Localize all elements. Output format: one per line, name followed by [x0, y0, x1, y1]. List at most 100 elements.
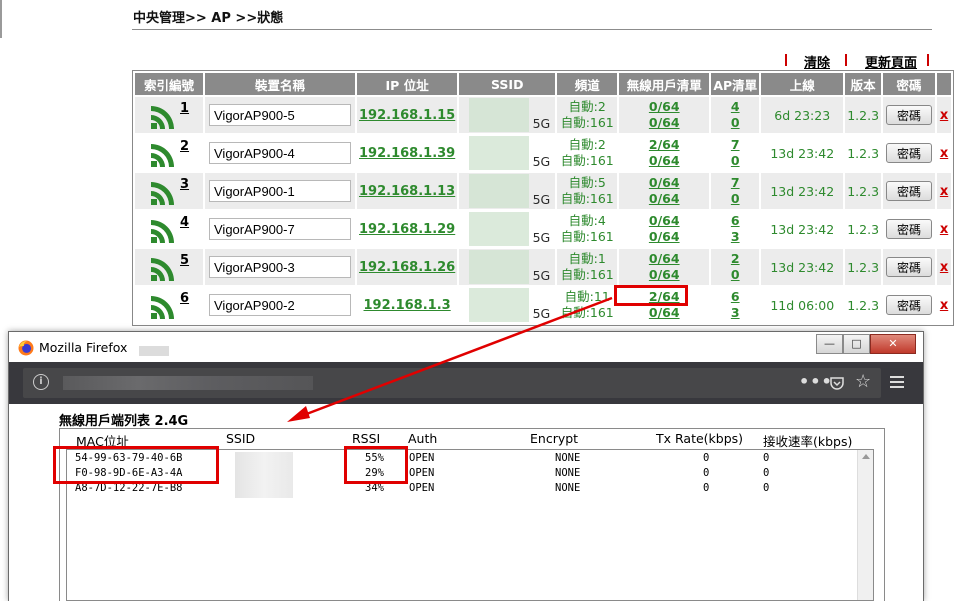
col-header-delete: [937, 73, 952, 95]
password-button[interactable]: 密碼: [886, 219, 933, 239]
ap-list-24g-link[interactable]: 6: [713, 289, 757, 305]
url-bar[interactable]: i ••• ☆: [23, 368, 881, 398]
ap-list-cell: 4 0: [711, 97, 760, 133]
ap-list-5g-link[interactable]: 0: [713, 267, 757, 283]
ip-link[interactable]: 192.168.1.39: [359, 146, 455, 161]
delete-link[interactable]: x: [940, 298, 948, 313]
ap-status-table: 索引編號 裝置名稱 IP 位址 SSID 頻道 無線用戶清單 AP清單 上線 版…: [132, 70, 955, 326]
bookmark-star-icon[interactable]: ☆: [855, 371, 871, 392]
col-header-channel: 頻道: [557, 73, 618, 95]
ssid-redacted: [469, 250, 530, 284]
channel-cell: 自動:5 自動:161: [557, 173, 618, 209]
device-name-cell: [205, 135, 355, 171]
device-name-input[interactable]: [209, 294, 351, 316]
client-list-24g-link[interactable]: 0/64: [621, 251, 707, 267]
ip-cell: 192.168.1.13: [357, 173, 458, 209]
col-header-rssi: RSSI: [352, 431, 381, 446]
channel-cell: 自動:11 自動:161: [557, 287, 618, 323]
hamburger-menu-icon[interactable]: [889, 374, 905, 390]
device-name-cell: [205, 249, 355, 285]
client-list-5g-link[interactable]: 0/64: [621, 191, 707, 207]
scroll-up-icon[interactable]: [862, 454, 870, 459]
ap-list-5g-link[interactable]: 3: [713, 229, 757, 245]
device-name-input[interactable]: [209, 256, 351, 278]
col-header-password: 密碼: [883, 73, 936, 95]
password-button[interactable]: 密碼: [886, 181, 933, 201]
device-name-input[interactable]: [209, 142, 351, 164]
maximize-button[interactable]: □: [843, 334, 870, 354]
device-name-input[interactable]: [209, 104, 351, 126]
client-list-5g-link[interactable]: 0/64: [621, 267, 707, 283]
ap-list-24g-link[interactable]: 7: [713, 137, 757, 153]
ip-cell: 192.168.1.15: [357, 97, 458, 133]
delete-cell: x: [937, 249, 952, 285]
client-encrypt: NONE: [555, 482, 581, 494]
channel-24g: 自動:2: [568, 137, 606, 152]
ap-list-5g-link[interactable]: 3: [713, 305, 757, 321]
info-icon[interactable]: i: [33, 374, 49, 390]
col-header-auth: Auth: [408, 431, 438, 446]
index-link[interactable]: 1: [180, 101, 189, 116]
ap-list-24g-link[interactable]: 6: [713, 213, 757, 229]
delete-link[interactable]: x: [940, 108, 948, 123]
band-label: 5G: [532, 306, 551, 321]
delete-link[interactable]: x: [940, 260, 948, 275]
client-list-5g-link[interactable]: 0/64: [621, 115, 707, 131]
client-list-24g-link[interactable]: 0/64: [621, 99, 707, 115]
client-encrypt: NONE: [555, 467, 581, 479]
clear-link[interactable]: 清除: [804, 52, 830, 71]
ap-list-5g-link[interactable]: 0: [713, 191, 757, 207]
refresh-link[interactable]: 更新頁面: [865, 52, 917, 71]
password-button[interactable]: 密碼: [886, 105, 933, 125]
index-cell: 3: [135, 173, 203, 209]
ip-link[interactable]: 192.168.1.3: [364, 298, 451, 313]
wifi-signal-icon: [151, 106, 174, 129]
uptime-cell: 13d 23:42: [761, 249, 844, 285]
minimize-button[interactable]: —: [816, 334, 843, 354]
password-button[interactable]: 密碼: [886, 257, 933, 277]
ip-link[interactable]: 192.168.1.15: [359, 108, 455, 123]
close-button[interactable]: ✕: [870, 334, 916, 354]
client-list-24g-link[interactable]: 2/64: [621, 137, 707, 153]
ap-list-5g-link[interactable]: 0: [713, 153, 757, 169]
delete-link[interactable]: x: [940, 222, 948, 237]
col-header-tx-rate: Tx Rate(kbps): [656, 431, 744, 446]
delete-link[interactable]: x: [940, 184, 948, 199]
ap-list-24g-link[interactable]: 7: [713, 175, 757, 191]
ssid-cell: 5G: [459, 97, 556, 133]
client-list-5g-link[interactable]: 0/64: [621, 229, 707, 245]
ap-list-cell: 6 3: [711, 211, 760, 247]
delete-cell: x: [937, 287, 952, 323]
index-link[interactable]: 3: [180, 177, 189, 192]
password-button[interactable]: 密碼: [886, 295, 933, 315]
delete-link[interactable]: x: [940, 146, 948, 161]
channel-cell: 自動:1 自動:161: [557, 249, 618, 285]
ip-link[interactable]: 192.168.1.26: [359, 260, 455, 275]
page-actions-icon[interactable]: •••: [799, 372, 833, 391]
ap-list-24g-link[interactable]: 2: [713, 251, 757, 267]
client-list-24g-link[interactable]: 0/64: [621, 213, 707, 229]
client-list-5g-link[interactable]: 0/64: [621, 305, 707, 321]
ap-list-24g-link[interactable]: 4: [713, 99, 757, 115]
wifi-signal-icon: [151, 258, 174, 281]
password-button[interactable]: 密碼: [886, 143, 933, 163]
device-name-input[interactable]: [209, 218, 351, 240]
client-list-24g-link[interactable]: 0/64: [621, 175, 707, 191]
ssid-redacted: [469, 98, 530, 132]
index-link[interactable]: 5: [180, 253, 189, 268]
scrollbar[interactable]: [857, 450, 873, 600]
client-list-5g-link[interactable]: 0/64: [621, 153, 707, 169]
pocket-icon[interactable]: [829, 375, 845, 391]
index-cell: 2: [135, 135, 203, 171]
ap-list-5g-link[interactable]: 0: [713, 115, 757, 131]
index-link[interactable]: 6: [180, 291, 189, 306]
index-link[interactable]: 2: [180, 139, 189, 154]
divider: [132, 29, 932, 30]
device-name-input[interactable]: [209, 180, 351, 202]
ap-list-cell: 7 0: [711, 135, 760, 171]
band-label: 5G: [532, 116, 551, 131]
ip-link[interactable]: 192.168.1.13: [359, 184, 455, 199]
index-link[interactable]: 4: [180, 215, 189, 230]
channel-cell: 自動:2 自動:161: [557, 135, 618, 171]
ip-link[interactable]: 192.168.1.29: [359, 222, 455, 237]
